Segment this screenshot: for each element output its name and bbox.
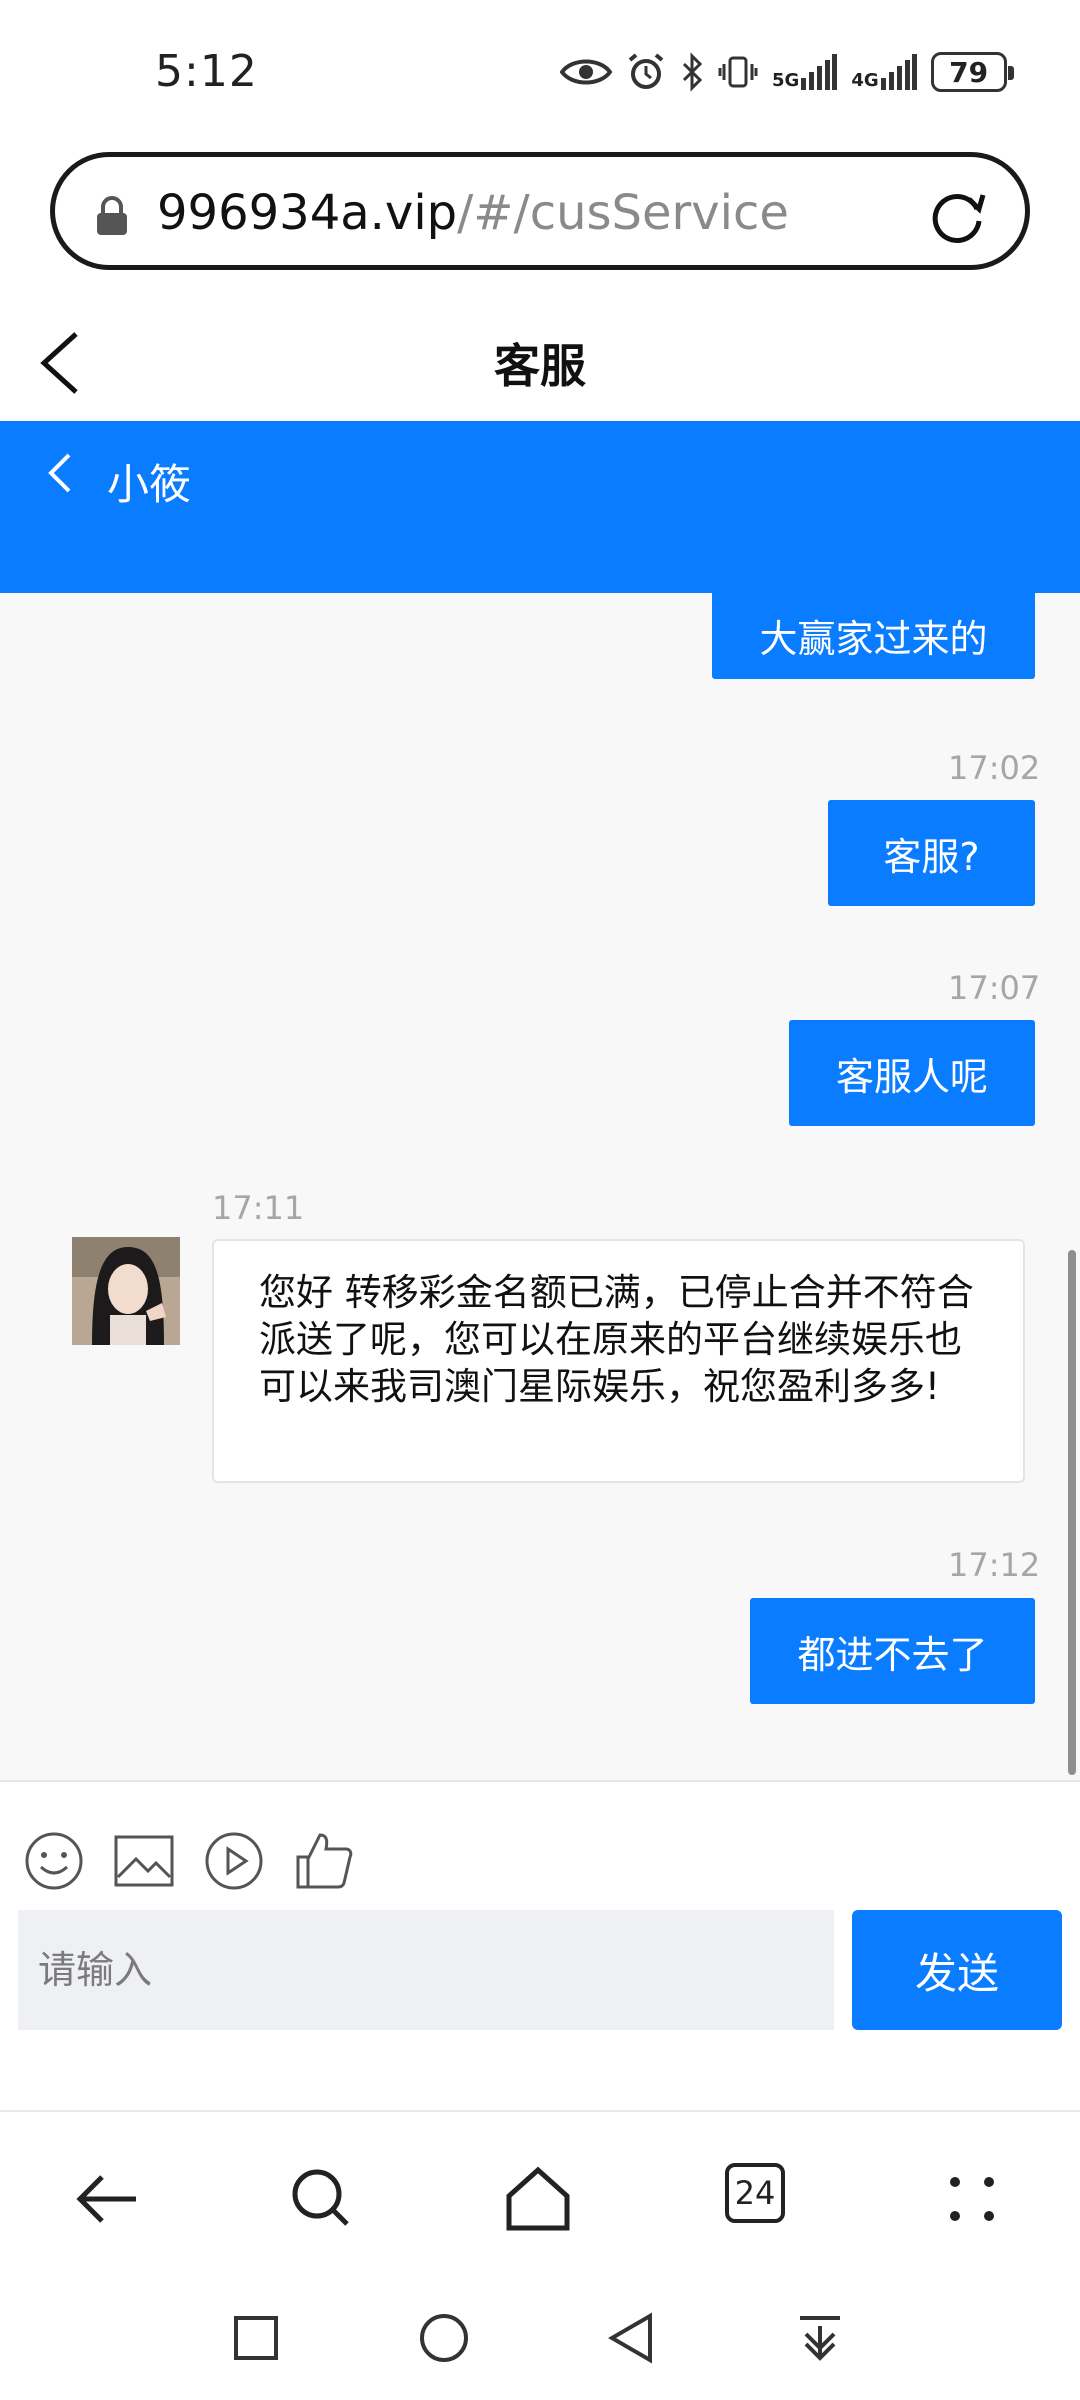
browser-bottom-nav: [0, 2110, 1080, 2270]
eye-icon: [560, 59, 612, 85]
lock-icon: [97, 196, 127, 235]
agent-avatar: [72, 1237, 180, 1345]
thumbs-up-icon[interactable]: [292, 1829, 356, 1893]
vibrate-icon: [718, 56, 758, 88]
search-icon[interactable]: [287, 2164, 357, 2234]
signal-4g: 4G: [851, 54, 917, 91]
agent-name: 小筱: [107, 460, 192, 509]
chat-back-icon[interactable]: [45, 451, 75, 495]
chat-scrollbar[interactable]: [1068, 1250, 1076, 1775]
back-icon[interactable]: [72, 2164, 142, 2234]
chat-area[interactable]: 大赢家过来的 17:02 客服? 17:07 客服人呢 17:11 您好 转移彩…: [0, 593, 1080, 1780]
page-header: 客服: [0, 290, 1080, 420]
message-bubble-outgoing: 客服?: [828, 800, 1035, 906]
signal-bars-icon: [880, 54, 917, 90]
message-time: 17:07: [948, 969, 1041, 1007]
recents-square-icon[interactable]: [228, 2310, 284, 2366]
reload-icon[interactable]: [927, 185, 989, 247]
url-bar[interactable]: 996934a.vip/#/cusService: [50, 152, 1030, 270]
back-triangle-icon[interactable]: [604, 2310, 660, 2366]
image-icon[interactable]: [112, 1829, 176, 1893]
chat-header: 小筱: [0, 421, 1080, 593]
status-icons: 5G 4G 79: [560, 44, 1014, 100]
status-bar: 5:12 5G 4G 79: [0, 0, 1080, 140]
message-input[interactable]: [18, 1910, 834, 2030]
emoji-icon[interactable]: [22, 1829, 86, 1893]
message-bubble-outgoing: 大赢家过来的: [712, 593, 1035, 679]
system-nav-bar: [0, 2270, 1080, 2400]
signal-bars-icon: [801, 54, 838, 90]
url-text[interactable]: 996934a.vip/#/cusService: [157, 185, 789, 241]
video-play-icon[interactable]: [202, 1829, 266, 1893]
signal-5g: 5G: [772, 54, 838, 91]
home-circle-icon[interactable]: [416, 2310, 472, 2366]
message-bubble-outgoing: 客服人呢: [789, 1020, 1035, 1126]
network-label-1: 5G: [772, 70, 800, 91]
message-time: 17:11: [212, 1189, 305, 1227]
battery-indicator: 79: [930, 52, 1014, 92]
message-time: 17:02: [948, 749, 1041, 787]
avatar-image: [72, 1237, 180, 1345]
status-time: 5:12: [155, 46, 258, 97]
alarm-icon: [628, 53, 664, 89]
bluetooth-icon: [682, 52, 703, 92]
tabs-count-button[interactable]: 24: [725, 2163, 785, 2223]
message-bubble-incoming: 您好 转移彩金名额已满，已停止合并不符合派送了呢，您可以在原来的平台继续娱乐也可…: [212, 1239, 1025, 1483]
url-domain: 996934a.vip: [157, 185, 458, 241]
notification-pull-icon[interactable]: [792, 2310, 848, 2366]
home-icon[interactable]: [503, 2164, 573, 2234]
url-path: /#/cusService: [457, 185, 789, 241]
menu-dots-icon[interactable]: [937, 2164, 1007, 2234]
page-title: 客服: [494, 339, 586, 393]
network-label-2: 4G: [851, 70, 879, 91]
message-bubble-outgoing: 都进不去了: [750, 1598, 1035, 1704]
message-time: 17:12: [948, 1546, 1041, 1584]
input-panel: 发送: [0, 1780, 1080, 2110]
send-button[interactable]: 发送: [852, 1910, 1062, 2030]
